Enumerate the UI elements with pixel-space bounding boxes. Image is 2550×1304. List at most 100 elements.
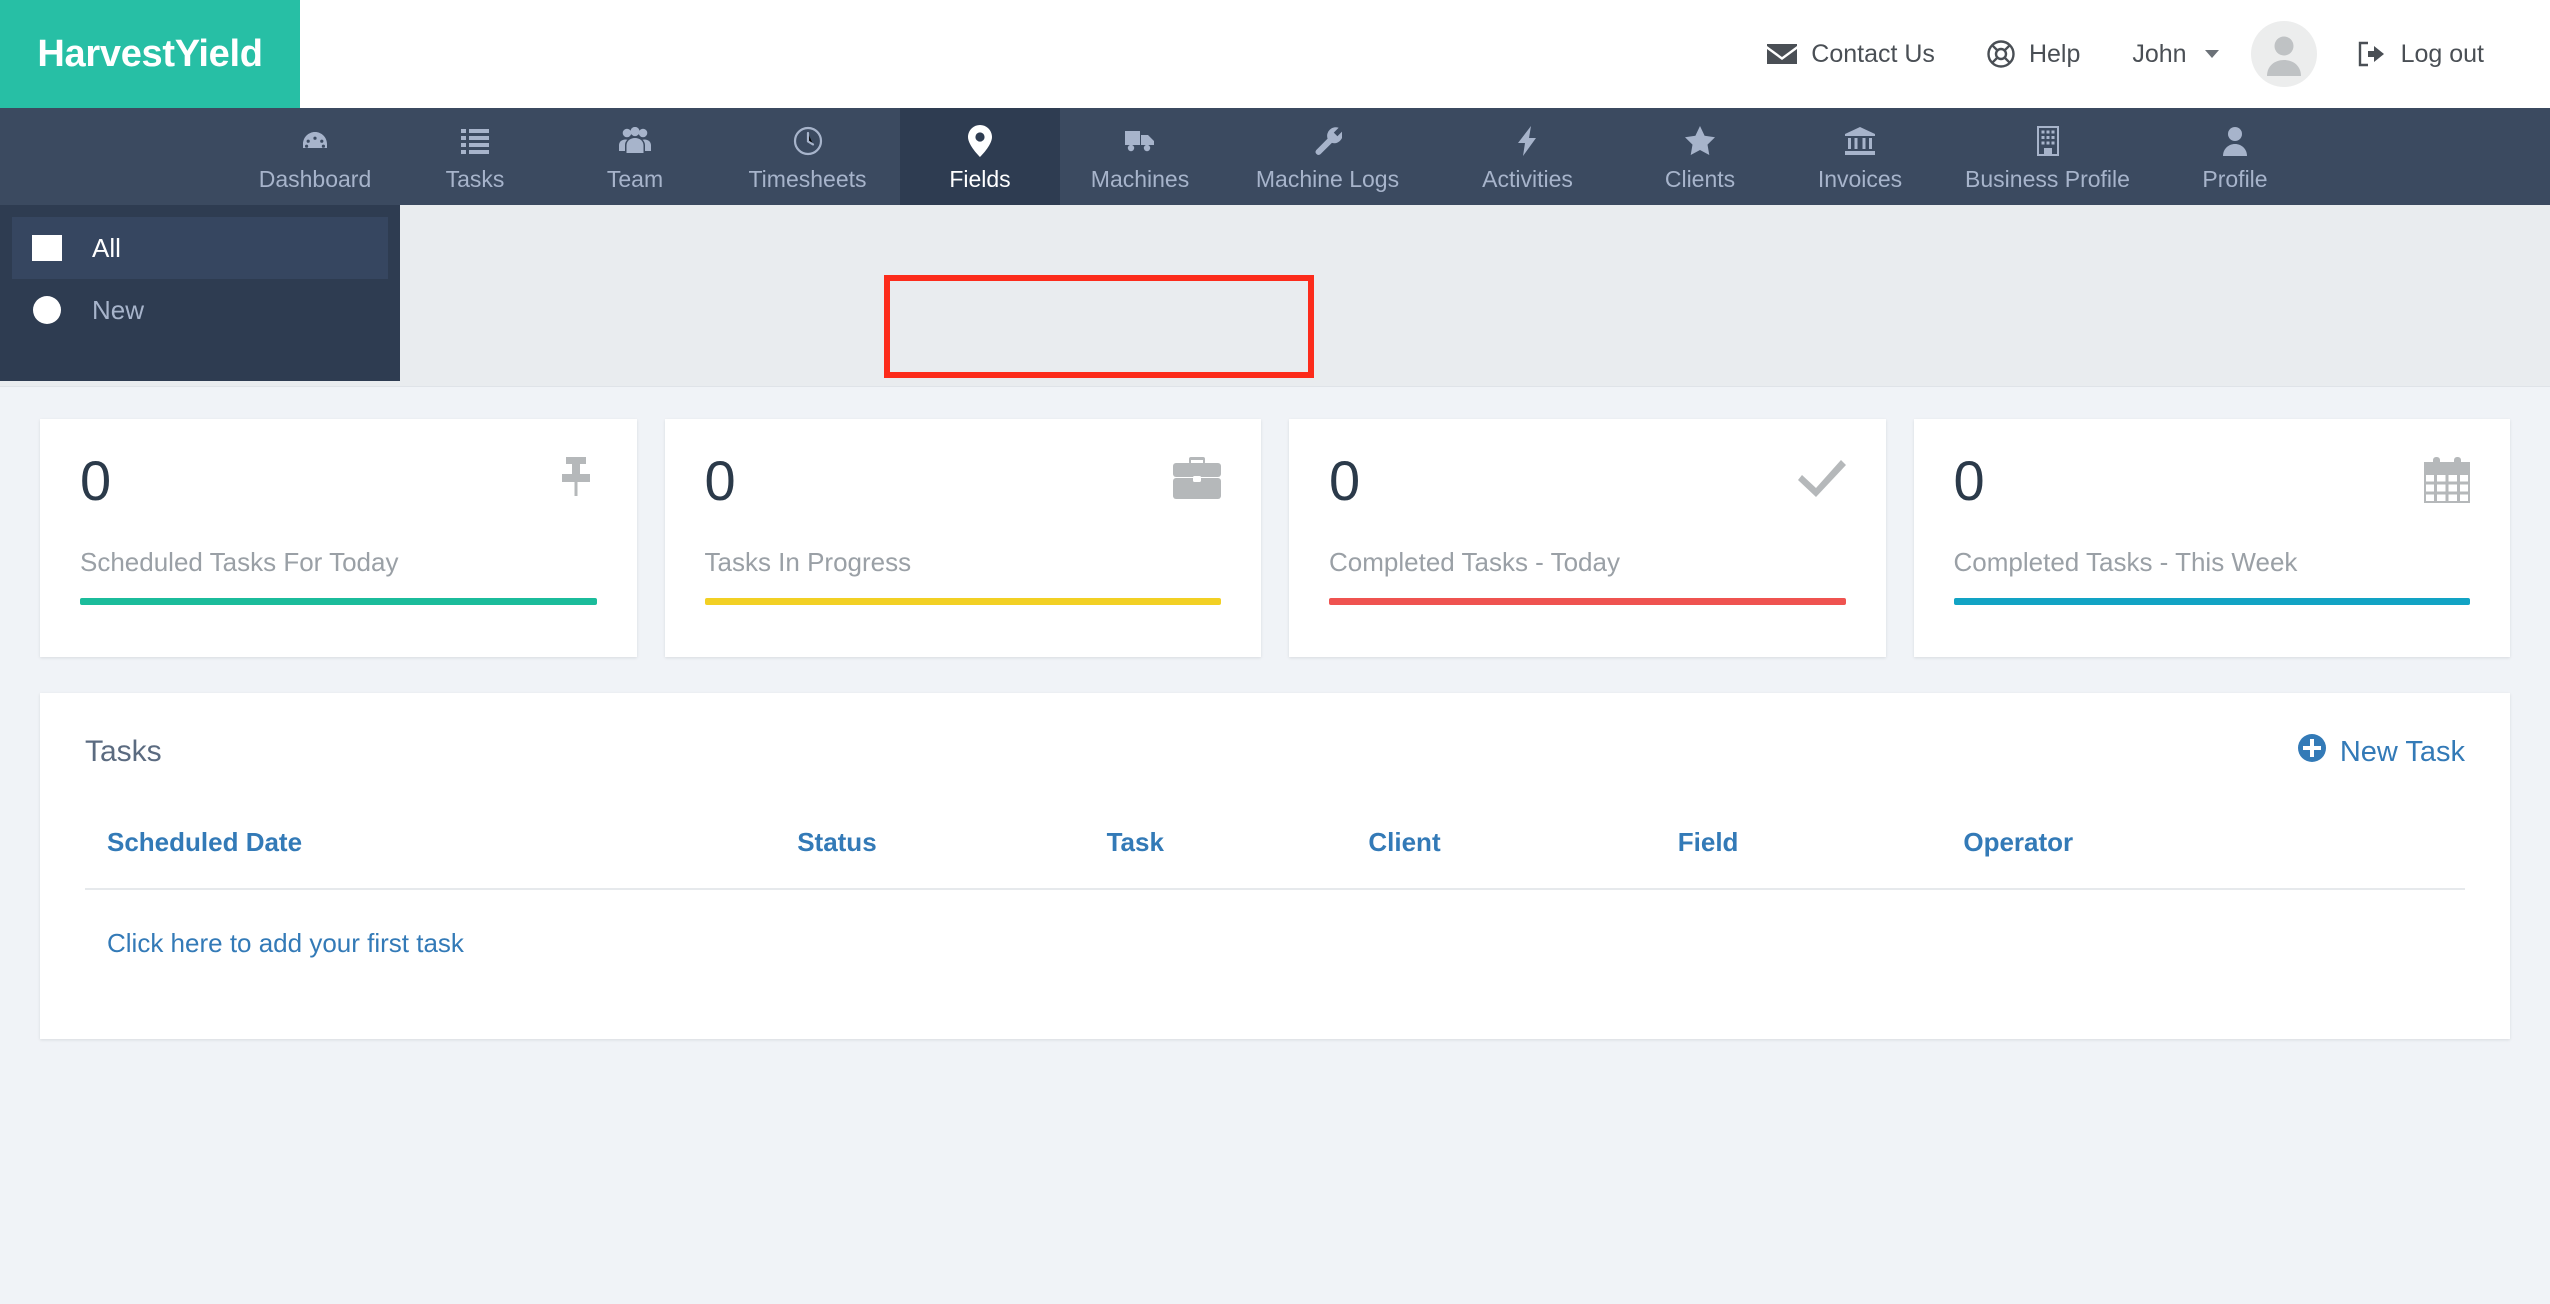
add-first-task-link[interactable]: Click here to add your first task <box>107 928 464 958</box>
stat-card-row: 0 Scheduled Tasks For Today 0 Tasks In P… <box>40 419 2510 657</box>
main-navigation: Dashboard Tasks Team Timesheets Fields A… <box>0 108 2550 381</box>
stat-value: 0 <box>1953 449 1985 512</box>
tasks-panel: Tasks New Task Scheduled Date Status Tas… <box>40 693 2510 1039</box>
wrench-icon <box>1314 125 1342 157</box>
nav-item-machine-logs[interactable]: Machine Logs <box>1220 108 1435 205</box>
plus-circle-icon <box>2297 733 2327 771</box>
dropdown-item-all[interactable]: All <box>12 217 388 279</box>
nav-label: Tasks <box>445 165 505 192</box>
nav-label: Activities <box>1482 165 1573 192</box>
column-header-task[interactable]: Task <box>1084 827 1347 890</box>
nav-item-profile[interactable]: Profile <box>2155 108 2315 205</box>
header-spacer <box>410 0 1741 108</box>
tasks-table-head: Scheduled Date Status Task Client Field … <box>85 827 2465 890</box>
nav-label: Machines <box>1090 165 1190 192</box>
nav-item-team[interactable]: Team <box>555 108 715 205</box>
nav-item-clients[interactable]: Clients <box>1620 108 1780 205</box>
user-menu[interactable]: John <box>2106 40 2244 69</box>
stat-label: Tasks In Progress <box>704 547 912 577</box>
nav-item-business-profile[interactable]: Business Profile <box>1940 108 2155 205</box>
stat-value: 0 <box>80 449 112 512</box>
truck-icon <box>1124 125 1156 157</box>
nav-label: Business Profile <box>1965 165 2130 192</box>
brand-name: HarvestYield <box>37 32 263 75</box>
column-header-scheduled-date[interactable]: Scheduled Date <box>85 827 776 890</box>
stat-accent-bar <box>80 598 597 605</box>
column-header-field[interactable]: Field <box>1655 827 1942 890</box>
nav-item-tasks[interactable]: Tasks <box>395 108 555 205</box>
nav-item-dashboard[interactable]: Dashboard <box>235 108 395 205</box>
stat-card-tasks-in-progress: 0 Tasks In Progress <box>664 419 1261 657</box>
nav-item-activities[interactable]: Activities <box>1435 108 1620 205</box>
user-name-label: John <box>2132 39 2187 68</box>
breadcrumb: Home / Dashboard <box>40 304 2550 335</box>
nav-item-timesheets[interactable]: Timesheets <box>715 108 900 205</box>
column-header-operator[interactable]: Operator <box>1941 827 2465 890</box>
nav-label: Timesheets <box>748 165 867 192</box>
stat-value: 0 <box>704 449 736 512</box>
dropdown-item-new[interactable]: New <box>0 279 400 341</box>
nav-label: Team <box>606 165 664 192</box>
nav-label: Invoices <box>1817 165 1903 192</box>
stat-card-scheduled-today: 0 Scheduled Tasks For Today <box>40 419 637 657</box>
avatar[interactable] <box>2250 21 2317 87</box>
person-icon <box>2223 125 2247 157</box>
stat-accent-bar <box>1953 598 2470 605</box>
top-header-bar: HarvestYield Contact Us Help John Log ou… <box>0 0 2550 108</box>
help-label: Help <box>2028 39 2081 68</box>
help-link[interactable]: Help <box>1961 40 2106 69</box>
logout-link[interactable]: Log out <box>2331 40 2510 69</box>
tasks-panel-header: Tasks New Task <box>85 733 2465 801</box>
envelope-icon <box>1767 42 1798 66</box>
stat-card-completed-today: 0 Completed Tasks - Today <box>1289 419 1886 657</box>
page-title: Dashboard <box>40 241 2550 292</box>
contact-us-link[interactable]: Contact Us <box>1741 40 1961 69</box>
tasks-panel-title: Tasks <box>85 735 162 768</box>
logout-icon <box>2357 41 2387 67</box>
column-header-status[interactable]: Status <box>775 827 1085 890</box>
main-content: 0 Scheduled Tasks For Today 0 Tasks In P… <box>0 419 2550 1039</box>
bank-icon <box>1845 125 1875 157</box>
users-icon <box>619 125 651 157</box>
person-icon <box>2266 36 2301 76</box>
logout-label: Log out <box>2400 39 2484 68</box>
nav-label: Profile <box>2202 165 2268 192</box>
column-header-client[interactable]: Client <box>1346 827 1656 890</box>
nav-item-machines[interactable]: Machines <box>1060 108 1220 205</box>
table-row-empty: Click here to add your first task <box>85 889 2465 979</box>
pin-icon <box>555 457 597 510</box>
dropdown-item-label: New <box>92 294 145 325</box>
nav-item-fields[interactable]: Fields All New <box>0 108 1060 381</box>
hamburger-menu-button[interactable] <box>300 0 410 108</box>
stat-label: Scheduled Tasks For Today <box>80 547 399 577</box>
fields-dropdown-menu: All New <box>0 205 400 381</box>
nav-item-invoices[interactable]: Invoices <box>1780 108 1940 205</box>
lifebuoy-icon <box>1987 40 2015 68</box>
header-actions: Contact Us Help John Log out <box>1741 0 2550 108</box>
stat-label: Completed Tasks - This Week <box>1953 547 2298 577</box>
calendar-icon <box>2422 457 2472 508</box>
empty-state-cell: Click here to add your first task <box>85 889 2465 979</box>
brand-logo[interactable]: HarvestYield <box>0 0 300 108</box>
chevron-down-icon <box>2204 50 2219 58</box>
table-header-row: Scheduled Date Status Task Client Field … <box>85 827 2465 890</box>
map-pin-icon <box>968 124 992 157</box>
nav-label: Machine Logs <box>1255 165 1400 192</box>
check-icon <box>1797 457 1846 502</box>
briefcase-icon <box>1173 457 1221 504</box>
building-icon <box>2036 125 2059 157</box>
nav-label: Fields <box>949 165 1011 192</box>
table-grid-icon <box>30 235 64 261</box>
new-task-label: New Task <box>2339 735 2465 768</box>
gauge-icon <box>300 125 330 157</box>
nav-label: Clients <box>1664 165 1736 192</box>
clock-icon <box>793 125 823 157</box>
stat-value: 0 <box>1329 449 1361 512</box>
plus-circle-icon <box>30 295 64 325</box>
new-task-button[interactable]: New Task <box>2297 733 2465 771</box>
stat-accent-bar <box>1329 598 1846 605</box>
stat-accent-bar <box>704 598 1221 605</box>
contact-us-label: Contact Us <box>1811 39 1935 68</box>
dropdown-item-label: All <box>92 232 121 263</box>
bolt-icon <box>1517 125 1538 157</box>
